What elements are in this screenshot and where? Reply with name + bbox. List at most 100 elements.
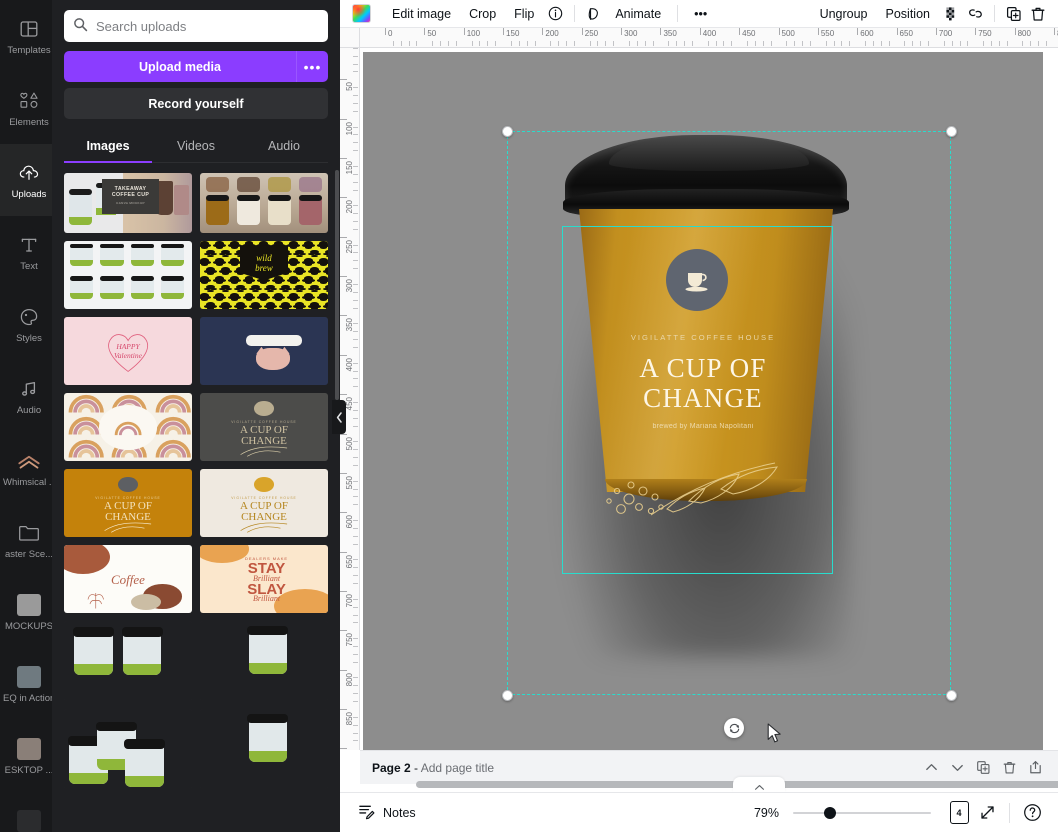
thumbnail-stay-slay-peach[interactable]: DEALERS MAKE STAY Brilliant SLAY Brillia…	[200, 545, 328, 613]
thumbnail-a-cup-of-change-grey[interactable]: VIGILATTE COFFEE HOUSE A CUP OF CHANGE	[200, 393, 328, 461]
rail-item-elements[interactable]: Elements	[0, 72, 52, 144]
thumbnail-takeaway-coffee-cup-mockup[interactable]: TAKEAWAY COFFEE CUP CANVA MOCKUP	[64, 173, 192, 233]
rail-item-templates[interactable]: Templates	[0, 0, 52, 72]
rail-item-eq-in-action[interactable]: EQ in Action	[0, 648, 52, 720]
ruler-minor-tick	[747, 41, 749, 46]
rail-item-label: MOCKUPS	[4, 621, 52, 632]
thumbnail-cups-dark-row-b[interactable]	[200, 621, 328, 701]
position-button[interactable]: Position	[877, 4, 939, 24]
thumbnail-cat-speech-bubble-navy[interactable]	[200, 317, 328, 385]
link-icon[interactable]	[963, 2, 987, 26]
thumbnail-cups-dark-row-c[interactable]	[64, 709, 192, 789]
canvas-viewport[interactable]: VIGILATTE COFFEE HOUSE A CUP OF CHANGE b…	[360, 48, 1058, 750]
add-page-title-link[interactable]: Add page title	[421, 761, 494, 775]
thumbnail-wild-brew-pattern[interactable]: wild brew	[200, 241, 328, 309]
crop-button[interactable]: Crop	[460, 4, 505, 24]
thumbnail-a-cup-of-change-gold[interactable]: VIGILATTE COFFEE HOUSE A CUP OF CHANGE	[64, 469, 192, 537]
move-up-icon[interactable]	[918, 755, 944, 781]
zoom-slider[interactable]	[793, 806, 931, 820]
tab-images[interactable]: Images	[64, 135, 152, 162]
ruler-minor-tick	[353, 189, 358, 191]
search-uploads[interactable]	[64, 10, 328, 42]
ungroup-button[interactable]: Ungroup	[811, 4, 877, 24]
rail-item-uploads[interactable]: Uploads	[0, 144, 52, 216]
ruler-corner	[340, 28, 360, 48]
thumbnail-coffee-cups-row-mockup[interactable]	[200, 173, 328, 233]
thumbnail-a-cup-of-change-cream[interactable]: VIGILATTE COFFEE HOUSE A CUP OF CHANGE	[200, 469, 328, 537]
add-page-icon[interactable]	[1022, 755, 1048, 781]
duplicate-icon[interactable]	[1002, 2, 1026, 26]
rail-item-whimsical[interactable]: Whimsical ...	[0, 432, 52, 504]
thumbnail-hello-coffee-abstract[interactable]: Coffee	[64, 545, 192, 613]
ruler-tick	[340, 118, 347, 120]
page-count-icon[interactable]: 4	[945, 799, 973, 827]
expand-icon[interactable]	[973, 799, 1001, 827]
vertical-ruler[interactable]: 0501001502002503003504004505005506006507…	[340, 28, 360, 750]
coffee-cup-artwork[interactable]: VIGILATTE COFFEE HOUSE A CUP OF CHANGE b…	[553, 127, 853, 657]
move-down-icon[interactable]	[944, 755, 970, 781]
rotate-icon[interactable]	[724, 718, 744, 738]
canvas-horizontal-scrollbar[interactable]	[360, 780, 1058, 790]
ruler-minor-tick	[353, 716, 358, 718]
resize-handle-bottom-left[interactable]	[502, 690, 513, 701]
page-title-row[interactable]: Page 2 - Add page title	[372, 761, 494, 775]
ruler-label: 300	[624, 29, 638, 38]
thumbnail-cups-dark-row-d[interactable]	[200, 709, 328, 789]
tab-videos[interactable]: Videos	[152, 135, 240, 162]
resize-handle-bottom-right[interactable]	[946, 690, 957, 701]
trash-icon[interactable]	[1026, 2, 1050, 26]
flip-button[interactable]: Flip	[505, 4, 543, 24]
design-page[interactable]: VIGILATTE COFFEE HOUSE A CUP OF CHANGE b…	[363, 52, 1043, 750]
ruler-minor-tick	[353, 291, 358, 293]
more-options-button[interactable]: •••	[685, 4, 716, 24]
ruler-minor-tick	[1022, 41, 1024, 46]
expand-pages-panel-button[interactable]	[733, 777, 785, 792]
tab-audio[interactable]: Audio	[240, 135, 328, 162]
search-input[interactable]	[64, 10, 328, 42]
resize-handle-top-right[interactable]	[946, 126, 957, 137]
rail-item-aster-sce[interactable]: aster Sce...	[0, 504, 52, 576]
ruler-minor-tick	[353, 425, 358, 427]
zoom-slider-knob[interactable]	[824, 806, 836, 819]
ruler-tick	[935, 28, 937, 35]
rail-item-text[interactable]: Text	[0, 216, 52, 288]
rail-item-styles[interactable]: Styles	[0, 288, 52, 360]
thumbnail-rainbow-love-is-love[interactable]	[64, 393, 192, 461]
duplicate-page-icon[interactable]	[970, 755, 996, 781]
ruler-minor-tick	[440, 41, 442, 46]
rail-item-mockups[interactable]: MOCKUPS	[0, 576, 52, 648]
rail-item-audio[interactable]: Audio	[0, 360, 52, 432]
resize-handle-top-left[interactable]	[502, 126, 513, 137]
help-icon[interactable]	[1018, 799, 1046, 827]
text-icon	[19, 232, 39, 258]
ruler-minor-tick	[471, 41, 473, 46]
record-yourself-button[interactable]: Record yourself	[64, 88, 328, 119]
ruler-tick	[340, 630, 347, 632]
ruler-minor-tick	[526, 41, 528, 46]
ruler-minor-tick	[353, 457, 358, 459]
folder-thumbnail	[17, 594, 41, 616]
rail-item-shadows[interactable]: Shadows	[0, 792, 52, 832]
rail-item-label: EQ in Action	[3, 693, 52, 704]
upload-media-button[interactable]: Upload media	[64, 51, 296, 82]
ruler-minor-tick	[353, 685, 358, 687]
upload-more-button[interactable]: •••	[296, 51, 328, 82]
transparency-icon[interactable]	[939, 2, 963, 26]
thumbnail-eight-cups-grid-mockup[interactable]	[64, 241, 192, 309]
info-icon[interactable]	[543, 2, 567, 26]
rail-item-esktop[interactable]: ESKTOP ...	[0, 720, 52, 792]
panel-scrollbar[interactable]	[335, 170, 339, 400]
edit-image-button[interactable]: Edit image	[383, 4, 460, 24]
notes-button[interactable]: Notes	[352, 799, 422, 827]
thumbnail-cups-dark-row-a[interactable]	[64, 621, 192, 701]
zoom-percentage: 79%	[753, 805, 779, 820]
animate-icon[interactable]	[582, 2, 606, 26]
ruler-minor-tick	[353, 543, 358, 545]
ruler-tick	[857, 28, 859, 35]
color-swatch-button[interactable]	[352, 4, 371, 23]
delete-page-icon[interactable]	[996, 755, 1022, 781]
horizontal-ruler[interactable]: 0 50 100 150 200 250 300 350 400 450 500 550 600 650 7…	[360, 28, 1058, 48]
thumbnail-happy-valentine-pink[interactable]: HAPPY Valentine	[64, 317, 192, 385]
animate-button[interactable]: Animate	[606, 4, 670, 24]
collapse-panel-button[interactable]	[332, 400, 346, 434]
